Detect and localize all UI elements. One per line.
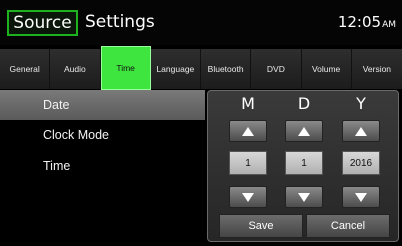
month-increment-button[interactable] (229, 120, 267, 142)
year-header: Y (356, 94, 366, 113)
day-increment-button[interactable] (285, 120, 323, 142)
clock-suffix: AM (382, 20, 396, 30)
triangle-up-icon (298, 126, 310, 136)
triangle-down-icon (355, 192, 367, 202)
month-decrement-button[interactable] (229, 186, 267, 208)
date-picker-panel: M D Y 1 1 2016 Save Cancel (207, 90, 399, 242)
tab-general[interactable]: General (0, 49, 51, 89)
clock-time: 12:05 (337, 13, 382, 31)
triangle-up-icon (355, 126, 367, 136)
year-increment-button[interactable] (342, 120, 380, 142)
setting-row-label: Date (43, 98, 70, 112)
page-title: Settings (85, 12, 155, 32)
triangle-down-icon (242, 192, 254, 202)
save-button[interactable]: Save (219, 214, 303, 238)
setting-row-label: Clock Mode (43, 128, 109, 142)
setting-row-time[interactable]: Time (0, 151, 205, 181)
triangle-down-icon (298, 192, 310, 202)
month-value: 1 (229, 151, 267, 175)
tab-bluetooth[interactable]: Bluetooth (201, 49, 252, 89)
top-bar: Source Settings 12:05AM (0, 0, 402, 45)
setting-row-clock-mode[interactable]: Clock Mode (0, 120, 205, 150)
settings-tabs: General Audio Time Language Bluetooth DV… (0, 46, 402, 90)
year-decrement-button[interactable] (342, 186, 380, 208)
tab-dvd[interactable]: DVD (251, 49, 302, 89)
tab-time[interactable]: Time (100, 46, 151, 90)
day-header: D (297, 94, 311, 113)
setting-row-label: Time (43, 159, 71, 173)
cancel-button[interactable]: Cancel (306, 214, 390, 238)
setting-row-date[interactable]: Date (0, 90, 205, 120)
month-header: M (241, 94, 255, 113)
day-value: 1 (285, 151, 323, 175)
tab-version[interactable]: Version (352, 49, 402, 89)
source-button[interactable]: Source (7, 10, 78, 36)
year-value: 2016 (342, 151, 380, 175)
clock: 12:05AM (338, 11, 396, 36)
tab-volume[interactable]: Volume (302, 49, 352, 89)
tab-language[interactable]: Language (151, 49, 201, 89)
triangle-up-icon (242, 126, 254, 136)
settings-list: Date Clock Mode Time (0, 90, 205, 246)
day-decrement-button[interactable] (285, 186, 323, 208)
tab-audio[interactable]: Audio (50, 49, 101, 89)
